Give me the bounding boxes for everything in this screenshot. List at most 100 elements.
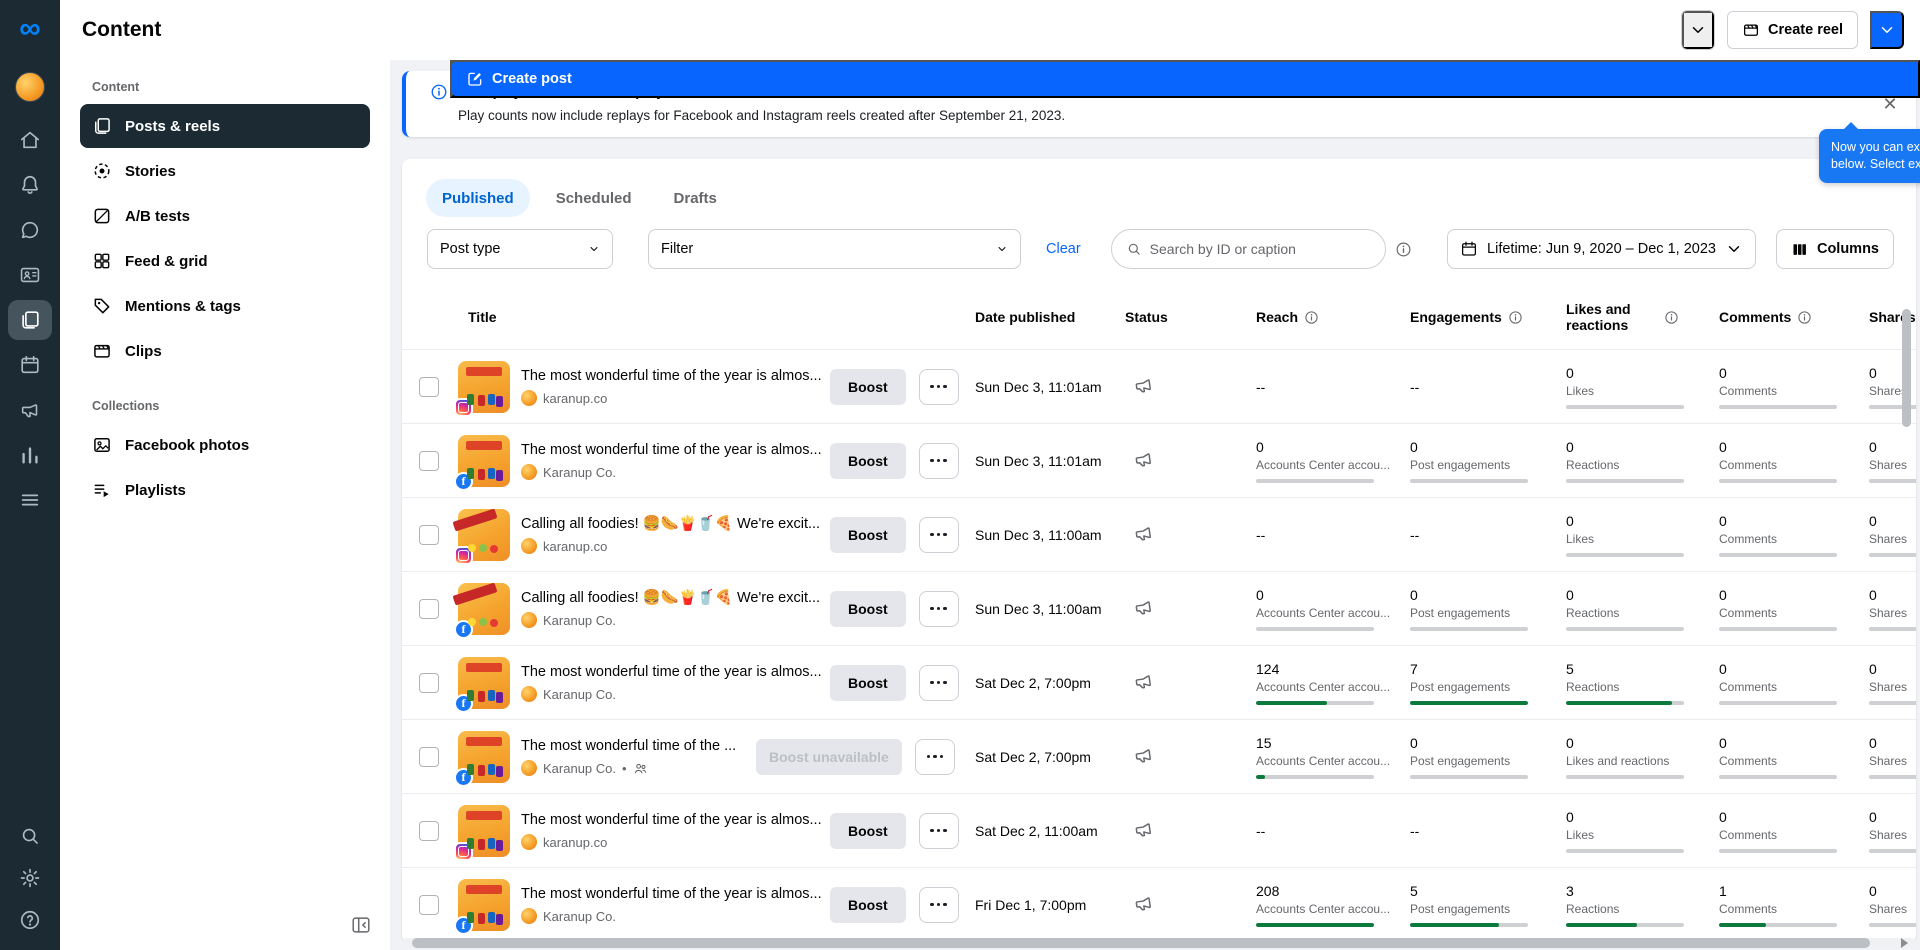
create-post-caret-button[interactable]	[1870, 11, 1904, 49]
rail-item-audiences[interactable]	[8, 255, 52, 295]
sidebar-item-facebook-photos[interactable]: Facebook photos	[80, 423, 370, 467]
vertical-scrollbar-thumb[interactable]	[1902, 309, 1911, 427]
post-title[interactable]: Calling all foodies! 🍔🌭🍟🥤🍕 We're excit..…	[521, 590, 820, 606]
post-thumbnail[interactable]	[454, 508, 510, 565]
post-thumbnail[interactable]: f	[454, 878, 510, 935]
rail-item-help[interactable]	[8, 900, 52, 940]
post-title[interactable]: The most wonderful time of the ...	[521, 738, 736, 754]
row-checkbox[interactable]	[419, 450, 439, 471]
boost-status-megaphone-icon[interactable]	[1132, 521, 1156, 545]
row-checkbox[interactable]	[419, 598, 439, 619]
boost-status-megaphone-icon[interactable]	[1132, 817, 1156, 841]
more-options-button[interactable]	[918, 368, 959, 405]
export-data-caret-button[interactable]	[1682, 11, 1715, 49]
more-options-button[interactable]	[918, 886, 959, 923]
info-icon[interactable]	[1508, 310, 1523, 325]
row-checkbox[interactable]	[419, 894, 439, 915]
tab-drafts[interactable]: Drafts	[658, 179, 733, 217]
boost-status-megaphone-icon[interactable]	[1132, 373, 1156, 397]
more-options-button[interactable]	[918, 442, 959, 479]
boost-status-megaphone-icon[interactable]	[1132, 595, 1156, 619]
sidebar-item-playlists[interactable]: Playlists	[80, 468, 370, 512]
post-title[interactable]: The most wonderful time of the year is a…	[521, 368, 821, 384]
sidebar-item-clips[interactable]: Clips	[80, 329, 370, 373]
post-thumbnail[interactable]: f	[454, 434, 510, 491]
row-checkbox[interactable]	[419, 524, 439, 545]
sidebar-item-stories[interactable]: Stories	[80, 149, 370, 193]
collapse-sidebar-icon[interactable]	[350, 914, 372, 936]
boost-button[interactable]: Boost	[830, 664, 906, 701]
create-reel-button[interactable]: Create reel	[1727, 11, 1858, 49]
columns-button[interactable]: Columns	[1775, 229, 1894, 269]
search-input[interactable]	[1149, 241, 1371, 257]
playlist-icon	[92, 480, 112, 500]
post-thumbnail[interactable]	[454, 804, 510, 861]
rail-item-inbox[interactable]	[8, 210, 52, 250]
more-options-button[interactable]	[918, 590, 959, 627]
post-title[interactable]: The most wonderful time of the year is a…	[521, 664, 821, 680]
horizontal-scrollbar-thumb[interactable]	[412, 938, 1870, 948]
post-thumbnail[interactable]: f	[454, 582, 510, 639]
post-title[interactable]: The most wonderful time of the year is a…	[521, 812, 821, 828]
post-thumbnail[interactable]: f	[454, 656, 510, 713]
date-range-select[interactable]: Lifetime: Jun 9, 2020 – Dec 1, 2023	[1447, 229, 1756, 269]
post-title[interactable]: The most wonderful time of the year is a…	[521, 886, 821, 902]
sidebar-item-feed-grid[interactable]: Feed & grid	[80, 239, 370, 283]
sidebar-item-posts-reels[interactable]: Posts & reels	[80, 104, 370, 148]
boost-status-megaphone-icon[interactable]	[1132, 447, 1156, 471]
more-options-button[interactable]	[918, 664, 959, 701]
info-icon[interactable]	[1664, 310, 1679, 325]
post-title[interactable]: The most wonderful time of the year is a…	[521, 442, 821, 458]
sidebar-item-label: Stories	[125, 162, 176, 180]
rail-item-planner[interactable]	[8, 345, 52, 385]
page-title: Content	[82, 18, 162, 41]
tab-published[interactable]: Published	[426, 179, 530, 217]
reel-icon	[1742, 21, 1760, 39]
more-options-button[interactable]	[918, 516, 959, 553]
row-checkbox[interactable]	[419, 672, 439, 693]
rail-item-notifications[interactable]	[8, 165, 52, 205]
boost-button[interactable]: Boost	[830, 812, 906, 849]
boost-status-megaphone-icon[interactable]	[1132, 891, 1156, 915]
boost-status-megaphone-icon[interactable]	[1132, 669, 1156, 693]
filter-select[interactable]: Filter	[648, 229, 1021, 269]
rail-item-ads[interactable]	[8, 390, 52, 430]
rail-item-home[interactable]	[8, 120, 52, 160]
create-post-button[interactable]: Create post	[450, 60, 1920, 98]
tab-scheduled[interactable]: Scheduled	[540, 179, 648, 217]
more-options-button[interactable]	[918, 812, 959, 849]
rail-item-insights[interactable]	[8, 435, 52, 475]
likes-cell: 0 Reactions	[1566, 587, 1719, 631]
search-info-icon[interactable]	[1395, 241, 1412, 258]
post-title[interactable]: Calling all foodies! 🍔🌭🍟🥤🍕 We're excit..…	[521, 516, 820, 532]
meta-logo-icon[interactable]: ∞	[13, 12, 47, 46]
business-avatar[interactable]	[15, 72, 45, 102]
rail-item-all-tools[interactable]	[8, 480, 52, 520]
boost-button[interactable]: Boost	[830, 516, 906, 553]
scroll-right-arrow-icon[interactable]	[1901, 938, 1908, 948]
boost-button[interactable]: Boost	[830, 886, 906, 923]
sidebar-item-mentions-tags[interactable]: Mentions & tags	[80, 284, 370, 328]
more-options-button[interactable]	[914, 738, 955, 775]
info-icon[interactable]	[1304, 310, 1319, 325]
facebook-badge-icon: f	[454, 915, 473, 935]
sidebar-item-a-b-tests[interactable]: A/B tests	[80, 194, 370, 238]
boost-button[interactable]: Boost	[830, 590, 906, 627]
post-thumbnail[interactable]	[454, 360, 510, 417]
row-checkbox[interactable]	[419, 746, 439, 767]
rail-item-content[interactable]	[8, 300, 52, 340]
account-row: karanup.co	[521, 834, 821, 850]
rail-item-settings[interactable]	[8, 858, 52, 898]
boost-button[interactable]: Boost	[830, 368, 906, 405]
rail-item-search[interactable]	[8, 816, 52, 856]
clear-filters-link[interactable]: Clear	[1046, 241, 1081, 257]
create-reel-label: Create reel	[1768, 22, 1843, 38]
boost-status-megaphone-icon[interactable]	[1132, 743, 1156, 767]
info-icon[interactable]	[1797, 310, 1812, 325]
row-checkbox[interactable]	[419, 376, 439, 397]
header-date-published: Date published	[975, 309, 1125, 325]
post-type-select[interactable]: Post type	[427, 229, 613, 269]
boost-button[interactable]: Boost	[830, 442, 906, 479]
row-checkbox[interactable]	[419, 820, 439, 841]
post-thumbnail[interactable]: f	[454, 730, 510, 787]
